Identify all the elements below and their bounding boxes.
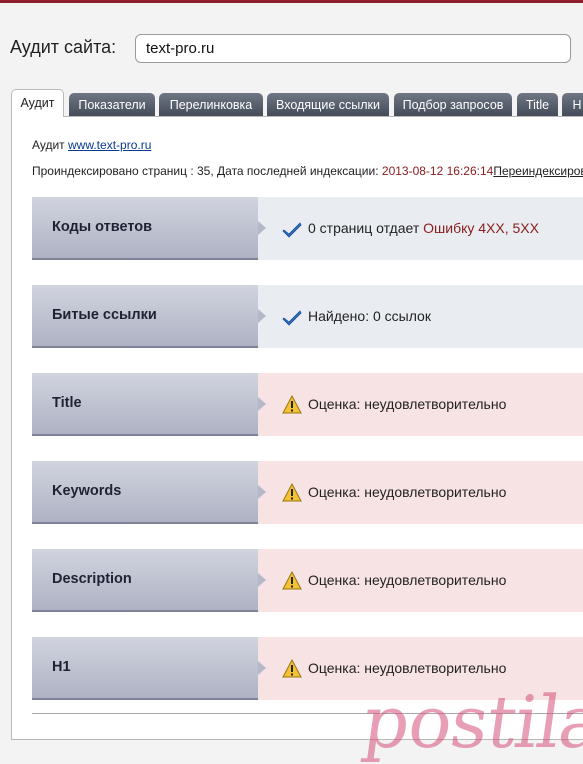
row-arrow bbox=[258, 661, 266, 675]
audit-row-title: Title Оценка: неудовлетворительно bbox=[32, 373, 583, 436]
row-text: Оценка: неудовлетворительно bbox=[308, 572, 507, 588]
tab-bar: Аудит Показатели Перелинковка Входящие с… bbox=[11, 89, 583, 117]
audit-site-line: Аудит www.text-pro.ru bbox=[32, 138, 151, 152]
warning-icon bbox=[282, 483, 302, 502]
row-arrow bbox=[258, 485, 266, 499]
index-count-text: Проиндексировано страниц : 35, Дата посл… bbox=[32, 164, 379, 178]
tab-title[interactable]: Title bbox=[517, 93, 558, 117]
tab-audit[interactable]: Аудит bbox=[11, 89, 64, 117]
row-text-main: 0 страниц отдает bbox=[308, 220, 420, 236]
audit-row-response-codes: Коды ответов 0 страниц отдает Ошибку 4XX… bbox=[32, 197, 583, 260]
warning-icon bbox=[282, 571, 302, 590]
row-arrow bbox=[258, 573, 266, 587]
check-icon bbox=[282, 222, 302, 238]
tab-more[interactable]: Н bbox=[562, 93, 583, 117]
tab-linking[interactable]: Перелинковка bbox=[159, 93, 263, 117]
row-arrow bbox=[258, 397, 266, 411]
row-label: Коды ответов bbox=[32, 197, 258, 260]
tab-query-selection[interactable]: Подбор запросов bbox=[394, 93, 512, 117]
index-info-line: Проиндексировано страниц : 35, Дата посл… bbox=[32, 164, 583, 178]
check-icon bbox=[282, 310, 302, 326]
warning-icon bbox=[282, 395, 302, 414]
row-arrow bbox=[258, 309, 266, 323]
audit-row-description: Description Оценка: неудовлетворительно bbox=[32, 549, 583, 612]
row-label: Description bbox=[32, 549, 258, 612]
row-arrow bbox=[258, 221, 266, 235]
warning-icon bbox=[282, 659, 302, 678]
row-label: Title bbox=[32, 373, 258, 436]
row-value: Найдено: 0 ссылок bbox=[258, 285, 583, 348]
top-accent-line bbox=[0, 0, 583, 3]
row-text: Оценка: неудовлетворительно bbox=[308, 484, 507, 500]
reindex-link[interactable]: Переиндексировать bbox=[493, 164, 583, 178]
error-codes-link[interactable]: Ошибку 4XX, 5XX bbox=[423, 220, 539, 236]
audit-row-keywords: Keywords Оценка: неудовлетворительно bbox=[32, 461, 583, 524]
site-url-input[interactable] bbox=[135, 34, 571, 63]
row-value: 0 страниц отдает Ошибку 4XX, 5XX bbox=[258, 197, 583, 260]
tab-incoming-links[interactable]: Входящие ссылки bbox=[267, 93, 389, 117]
watermark-logo: postila.ru bbox=[358, 680, 583, 764]
row-text: Найдено: 0 ссылок bbox=[308, 308, 431, 324]
row-label: Keywords bbox=[32, 461, 258, 524]
audit-prefix: Аудит bbox=[32, 138, 65, 152]
row-text: 0 страниц отдает Ошибку 4XX, 5XX bbox=[308, 197, 539, 260]
row-text: Оценка: неудовлетворительно bbox=[308, 396, 507, 412]
row-label: H1 bbox=[32, 637, 258, 700]
tab-indicators[interactable]: Показатели bbox=[69, 93, 155, 117]
index-date: 2013-08-12 16:26:14 bbox=[381, 164, 494, 178]
row-value: Оценка: неудовлетворительно bbox=[258, 373, 583, 436]
audit-row-broken-links: Битые ссылки Найдено: 0 ссылок bbox=[32, 285, 583, 348]
site-audit-label: Аудит сайта: bbox=[10, 37, 117, 57]
row-value: Оценка: неудовлетворительно bbox=[258, 549, 583, 612]
audit-site-link[interactable]: www.text-pro.ru bbox=[68, 138, 151, 152]
row-label: Битые ссылки bbox=[32, 285, 258, 348]
row-value: Оценка: неудовлетворительно bbox=[258, 461, 583, 524]
